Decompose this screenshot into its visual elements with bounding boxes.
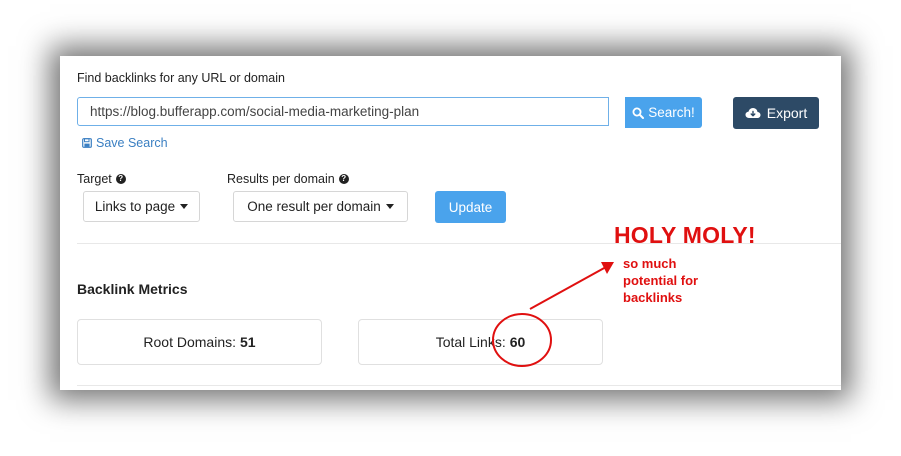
target-label: Target ? [77,172,126,186]
update-button[interactable]: Update [435,191,506,223]
save-search-link[interactable]: Save Search [82,136,168,150]
caret-down-icon [180,204,189,209]
results-per-domain-dropdown[interactable]: One result per domain [233,191,408,222]
target-dropdown-value: Links to page [94,199,176,214]
question-circle-icon[interactable]: ? [115,174,126,184]
total-links-value: 60 [509,334,526,350]
section-divider-bottom [77,385,841,386]
root-domains-value: 51 [240,334,256,350]
question-circle-icon[interactable]: ? [338,174,349,184]
metrics-heading: Backlink Metrics [77,281,188,297]
search-label: Find backlinks for any URL or domain [77,71,285,85]
save-search-label: Save Search [96,136,168,150]
export-button-label: Export [766,105,808,121]
annotation-note: so much potential for backlinks [623,256,699,305]
save-icon [82,138,92,148]
target-dropdown[interactable]: Links to page [83,191,200,222]
annotation-headline: HOLY MOLY! [614,222,756,248]
results-dropdown-value: One result per domain [247,199,381,214]
search-button-label: Search! [648,105,695,120]
search-button[interactable]: Search! [625,97,702,128]
cloud-download-icon [745,108,761,118]
search-icon [632,107,645,119]
results-per-domain-label: Results per domain ? [227,172,349,186]
export-button[interactable]: Export [733,97,819,129]
caret-down-icon [385,204,394,209]
url-input[interactable] [77,97,609,126]
total-links-card: Total Links: 60 [358,319,603,365]
root-domains-card: Root Domains: 51 [77,319,322,365]
total-links-label: Total Links: [435,334,506,350]
root-domains-label: Root Domains: [143,334,236,350]
